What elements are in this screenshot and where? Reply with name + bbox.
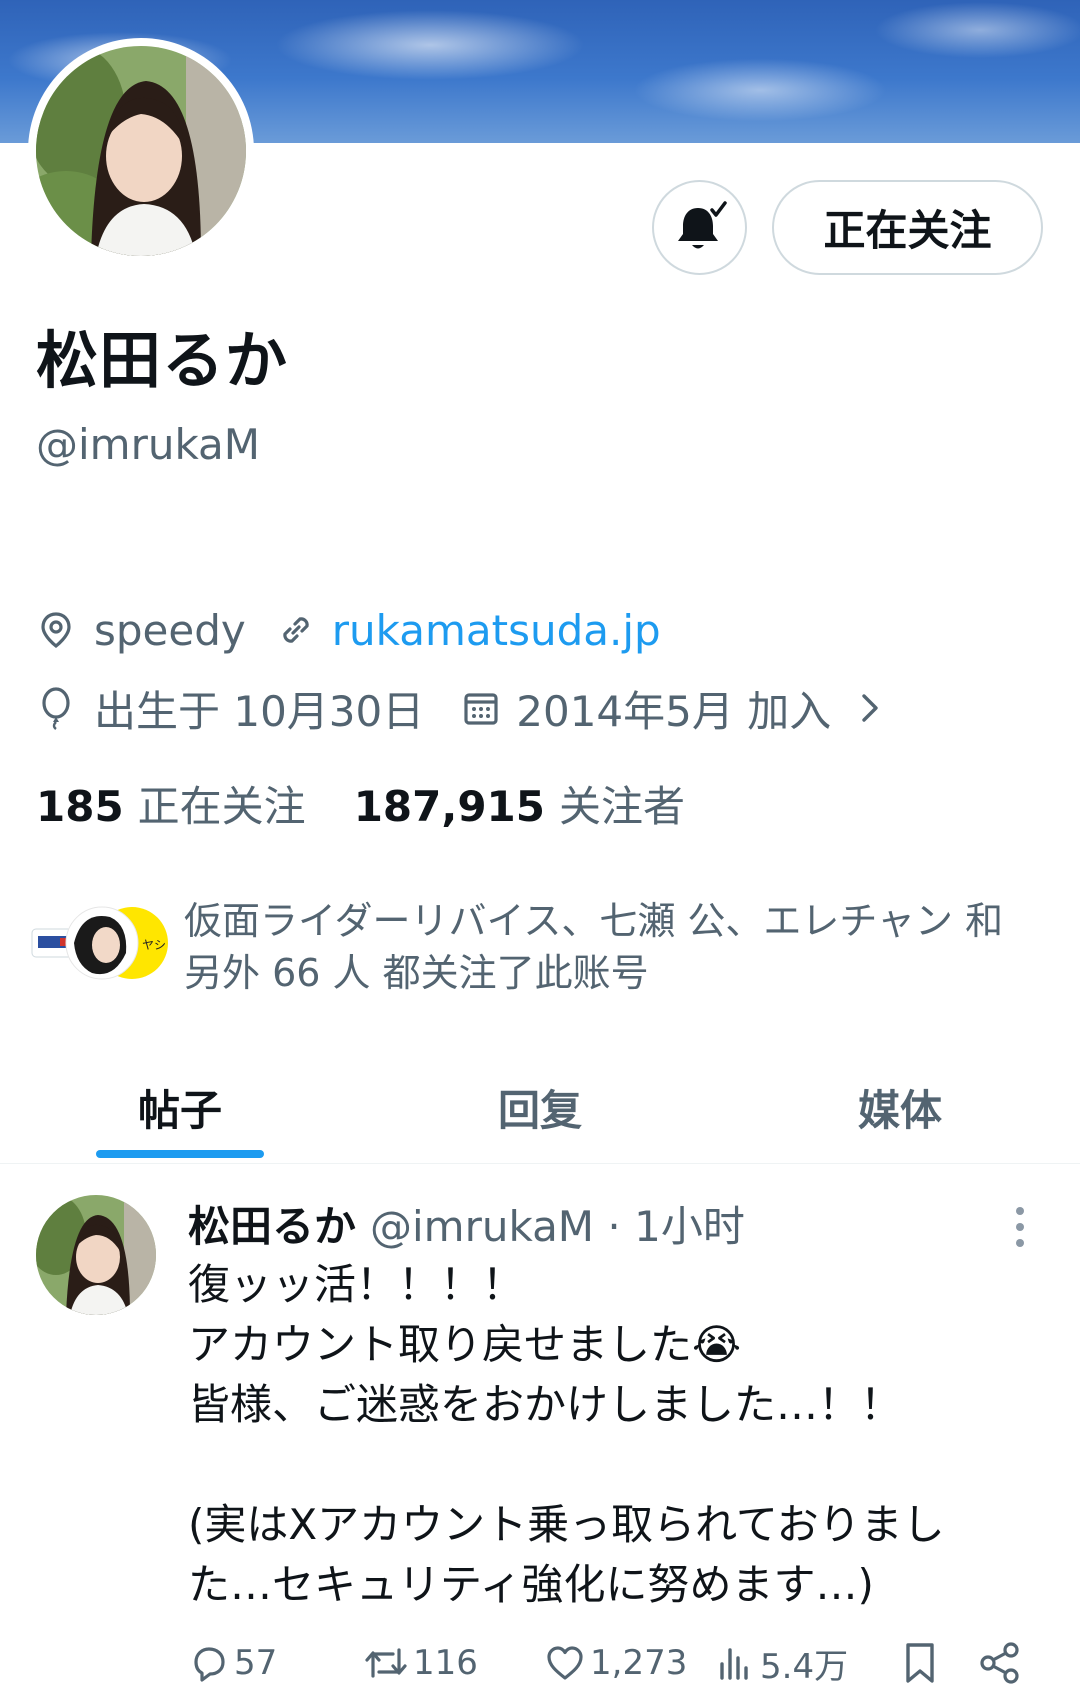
- followers-you-know-line1: 仮面ライダーリバイス、七瀬 公、エレチャン 和: [184, 899, 1004, 943]
- followers-stat[interactable]: 187,915 关注者: [354, 773, 685, 834]
- following-stat[interactable]: 185 正在关注: [36, 773, 306, 834]
- tab-posts[interactable]: 帖子: [0, 1050, 360, 1164]
- avatar-image: [36, 46, 246, 256]
- tab-media[interactable]: 媒体: [720, 1050, 1080, 1164]
- joined-text: 2014年5月 加入: [516, 686, 832, 736]
- views-count: 5.4万: [760, 1646, 849, 1687]
- reply-count: 57: [234, 1643, 278, 1683]
- post-header: 松田るか @imrukaM · 1小时: [188, 1195, 745, 1251]
- following-button[interactable]: 正在关注: [772, 180, 1043, 275]
- active-tab-indicator: [96, 1150, 264, 1158]
- more-vertical-icon[interactable]: [1008, 1203, 1032, 1251]
- post-item[interactable]: 松田るか @imrukaM · 1小时 復ッッ活！！！！ アカウント取り戻せまし…: [0, 1165, 1080, 1701]
- repost-icon: [365, 1648, 407, 1678]
- reply-button[interactable]: 57: [188, 1635, 277, 1691]
- profile-tabs: 帖子 回复 媒体: [0, 1050, 1080, 1164]
- views-icon: [720, 1648, 748, 1680]
- bookmark-icon: [906, 1643, 934, 1683]
- link-icon: [283, 617, 309, 643]
- like-button[interactable]: 1,273: [544, 1635, 687, 1691]
- repost-count: 116: [413, 1643, 478, 1683]
- share-button[interactable]: [978, 1635, 1026, 1691]
- post-author-name[interactable]: 松田るか: [188, 1193, 356, 1254]
- following-label: 正在关注: [137, 781, 306, 831]
- post-actions: 57 116 1,273 5.4万: [188, 1635, 1048, 1691]
- following-count: 185: [36, 781, 124, 831]
- svg-text:ヤシ: ヤシ: [142, 938, 166, 952]
- post-line: (実はXアカウント乗っ取られておりまし: [188, 1500, 945, 1549]
- balloon-icon: [42, 687, 70, 730]
- followers-you-know[interactable]: ヤシ 仮面ライダーリバイス、七瀬 公、エレチャン 和 另外 66 人 都关注了此…: [30, 895, 1060, 995]
- location-pin-icon: [41, 612, 71, 649]
- followers-count: 187,915: [353, 781, 545, 831]
- profile-meta-location: speedy rukamatsuda.jp: [36, 600, 661, 660]
- views-button[interactable]: 5.4万: [716, 1635, 848, 1691]
- profile-handle: @imrukaM: [36, 420, 261, 469]
- bell-check-icon: [677, 200, 727, 248]
- post-avatar[interactable]: [36, 1195, 156, 1315]
- post-author-handle: @imrukaM · 1小时: [370, 1201, 745, 1251]
- follow-stats: 185 正在关注 187,915 关注者: [36, 775, 685, 831]
- post-line: た…セキュリティ強化に努めます…): [188, 1560, 874, 1609]
- like-count: 1,273: [590, 1643, 688, 1683]
- calendar-icon: [464, 693, 498, 725]
- followers-you-know-text: 仮面ライダーリバイス、七瀬 公、エレチャン 和 另外 66 人 都关注了此账号: [184, 895, 1060, 999]
- birthday-text: 出生于 10月30日: [94, 686, 425, 736]
- post-line: アカウント取り戻せました😭: [188, 1320, 742, 1369]
- profile-avatar[interactable]: [28, 38, 254, 264]
- followers-you-know-avatars: ヤシ: [30, 903, 170, 983]
- profile-name: 松田るか: [36, 324, 289, 397]
- tab-replies[interactable]: 回复: [360, 1050, 720, 1164]
- reply-icon: [194, 1647, 225, 1682]
- post-text: 復ッッ活！！！！ アカウント取り戻せました😭 皆様、ご迷惑をおかけしました…！！…: [188, 1255, 1048, 1615]
- notifications-button[interactable]: [652, 180, 747, 275]
- profile-meta-dates[interactable]: 出生于 10月30日 2014年5月 加入: [36, 678, 885, 738]
- website-link[interactable]: rukamatsuda.jp: [332, 606, 661, 655]
- post-line: 復ッッ活！！！！: [188, 1260, 525, 1309]
- followers-label: 关注者: [558, 781, 685, 831]
- location-text: speedy: [94, 605, 246, 655]
- bookmark-button[interactable]: [900, 1635, 944, 1691]
- repost-button[interactable]: 116: [363, 1635, 478, 1691]
- post-line: 皆様、ご迷惑をおかけしました…！！: [188, 1380, 903, 1429]
- post-line: [188, 1435, 1048, 1495]
- share-icon: [980, 1642, 1019, 1684]
- like-icon: [547, 1646, 583, 1680]
- followers-you-know-line2: 另外 66 人 都关注了此账号: [184, 951, 649, 995]
- chevron-right-icon[interactable]: [855, 688, 885, 728]
